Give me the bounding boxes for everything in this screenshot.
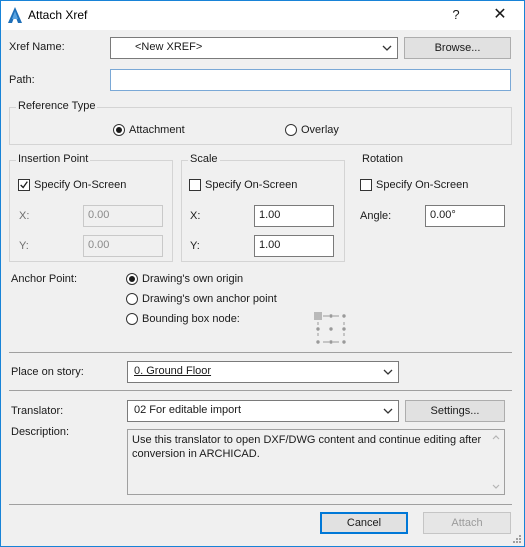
angle-field[interactable]: 0.00°	[425, 205, 505, 227]
help-button[interactable]: ?	[441, 5, 471, 25]
attachment-label: Attachment	[129, 124, 185, 136]
attach-xref-dialog: Attach Xref ? ✕ Xref Name: <New XREF> Br…	[0, 0, 525, 547]
description-label: Description:	[11, 426, 70, 438]
scroll-down-icon[interactable]	[491, 483, 501, 491]
insertion-specify-label: Specify On-Screen	[34, 179, 127, 191]
path-field[interactable]	[110, 69, 511, 91]
chevron-down-icon	[383, 408, 393, 414]
scale-specify-label: Specify On-Screen	[205, 179, 298, 191]
xref-name-dropdown[interactable]: <New XREF>	[110, 37, 398, 59]
translator-value: 02 For editable import	[134, 404, 241, 416]
title-bar: Attach Xref ? ✕	[1, 1, 524, 30]
overlay-radio[interactable]	[285, 124, 297, 136]
scroll-up-icon[interactable]	[491, 433, 501, 441]
xref-name-value: <New XREF>	[135, 41, 203, 53]
own-anchor-label: Drawing's own anchor point	[142, 293, 277, 305]
translator-label: Translator:	[11, 405, 64, 417]
settings-button[interactable]: Settings...	[405, 400, 505, 422]
story-dropdown[interactable]: 0. Ground Floor	[127, 361, 399, 383]
own-origin-label: Drawing's own origin	[142, 273, 244, 285]
bounding-box-node-picker[interactable]	[313, 311, 349, 345]
attachment-radio[interactable]	[113, 124, 125, 136]
description-text: Use this translator to open DXF/DWG cont…	[127, 429, 505, 495]
scale-title: Scale	[188, 153, 220, 165]
separator	[9, 352, 512, 353]
rotation-specify-checkbox[interactable]	[360, 179, 372, 191]
resize-grip-icon[interactable]	[510, 532, 522, 544]
chevron-down-icon	[383, 369, 393, 375]
separator	[9, 504, 512, 505]
attach-button[interactable]: Attach	[423, 512, 511, 534]
rotation-title: Rotation	[360, 153, 405, 165]
path-label: Path:	[9, 74, 35, 86]
insertion-y-field[interactable]: 0.00	[83, 235, 163, 257]
chevron-down-icon	[382, 45, 392, 51]
reference-type-title: Reference Type	[16, 100, 98, 112]
scale-y-field[interactable]: 1.00	[254, 235, 334, 257]
insertion-x-field[interactable]: 0.00	[83, 205, 163, 227]
insertion-x-label: X:	[19, 210, 30, 222]
insertion-point-title: Insertion Point	[16, 153, 91, 165]
own-anchor-radio[interactable]	[126, 293, 138, 305]
story-value: 0. Ground Floor	[134, 365, 212, 377]
scale-y-label: Y:	[190, 240, 200, 252]
own-origin-radio[interactable]	[126, 273, 138, 285]
browse-button[interactable]: Browse...	[404, 37, 511, 59]
anchor-point-label: Anchor Point:	[11, 273, 78, 285]
scale-specify-checkbox[interactable]	[189, 179, 201, 191]
description-body: Use this translator to open DXF/DWG cont…	[132, 434, 482, 460]
rotation-specify-label: Specify On-Screen	[376, 179, 469, 191]
window-title: Attach Xref	[28, 8, 88, 22]
bounding-box-radio[interactable]	[126, 313, 138, 325]
reference-type-group: Reference Type	[9, 100, 512, 145]
translator-dropdown[interactable]: 02 For editable import	[127, 400, 399, 422]
close-button[interactable]: ✕	[485, 5, 515, 25]
insertion-y-label: Y:	[19, 240, 29, 252]
archicad-app-icon	[8, 7, 22, 23]
angle-label: Angle:	[360, 210, 392, 222]
scale-x-label: X:	[190, 210, 201, 222]
bounding-box-label: Bounding box node:	[142, 313, 240, 325]
xref-name-label: Xref Name:	[9, 41, 65, 53]
insertion-specify-checkbox[interactable]	[18, 179, 30, 191]
cancel-button[interactable]: Cancel	[320, 512, 408, 534]
scale-x-field[interactable]: 1.00	[254, 205, 334, 227]
separator	[9, 390, 512, 391]
overlay-label: Overlay	[301, 124, 339, 136]
story-label: Place on story:	[11, 366, 84, 378]
checkmark-icon	[20, 181, 28, 189]
